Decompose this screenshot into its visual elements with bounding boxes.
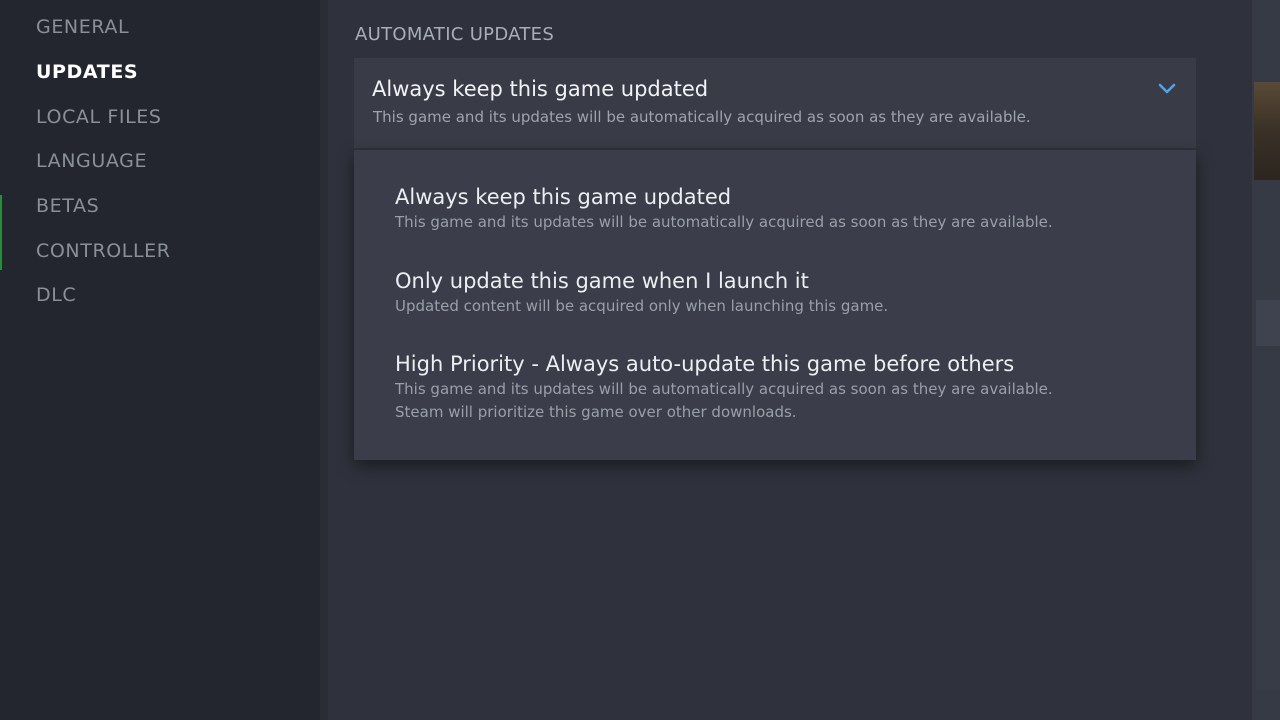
- auto-update-dropdown: Always keep this game updated This game …: [354, 150, 1196, 460]
- background-panel-block: [1256, 300, 1280, 346]
- sidebar-accent-bar: [0, 195, 2, 270]
- section-heading: AUTOMATIC UPDATES: [355, 24, 555, 45]
- steam-properties-window: GENERAL UPDATES LOCAL FILES LANGUAGE BET…: [0, 0, 1280, 720]
- option-description-extra: Steam will prioritize this game over oth…: [395, 403, 797, 421]
- sidebar-item-dlc[interactable]: DLC: [36, 284, 76, 306]
- option-high-priority[interactable]: High Priority - Always auto-update this …: [395, 350, 1175, 424]
- main-panel-edge: [320, 0, 328, 720]
- sidebar-item-controller[interactable]: CONTROLLER: [36, 240, 171, 262]
- sidebar-item-general[interactable]: GENERAL: [36, 16, 129, 38]
- auto-update-select[interactable]: Always keep this game updated This game …: [354, 58, 1196, 148]
- sidebar-item-local-files[interactable]: LOCAL FILES: [36, 106, 162, 128]
- sidebar-item-language[interactable]: LANGUAGE: [36, 150, 147, 172]
- background-game-art: [1254, 82, 1280, 180]
- option-update-on-launch[interactable]: Only update this game when I launch it U…: [395, 267, 1175, 318]
- option-description: This game and its updates will be automa…: [395, 380, 1053, 398]
- option-title: Always keep this game updated: [395, 185, 732, 209]
- option-title: High Priority - Always auto-update this …: [395, 352, 1015, 376]
- option-always-updated[interactable]: Always keep this game updated This game …: [395, 183, 1175, 234]
- chevron-down-icon[interactable]: [1156, 78, 1178, 98]
- option-description: This game and its updates will be automa…: [395, 213, 1053, 231]
- background-panel-block: [1256, 560, 1280, 690]
- select-selected-title: Always keep this game updated: [372, 77, 709, 101]
- select-selected-description: This game and its updates will be automa…: [373, 108, 1031, 126]
- option-title: Only update this game when I launch it: [395, 269, 809, 293]
- sidebar-item-betas[interactable]: BETAS: [36, 195, 99, 217]
- sidebar-item-updates[interactable]: UPDATES: [36, 61, 138, 83]
- option-description: Updated content will be acquired only wh…: [395, 297, 889, 315]
- sidebar: GENERAL UPDATES LOCAL FILES LANGUAGE BET…: [0, 0, 320, 720]
